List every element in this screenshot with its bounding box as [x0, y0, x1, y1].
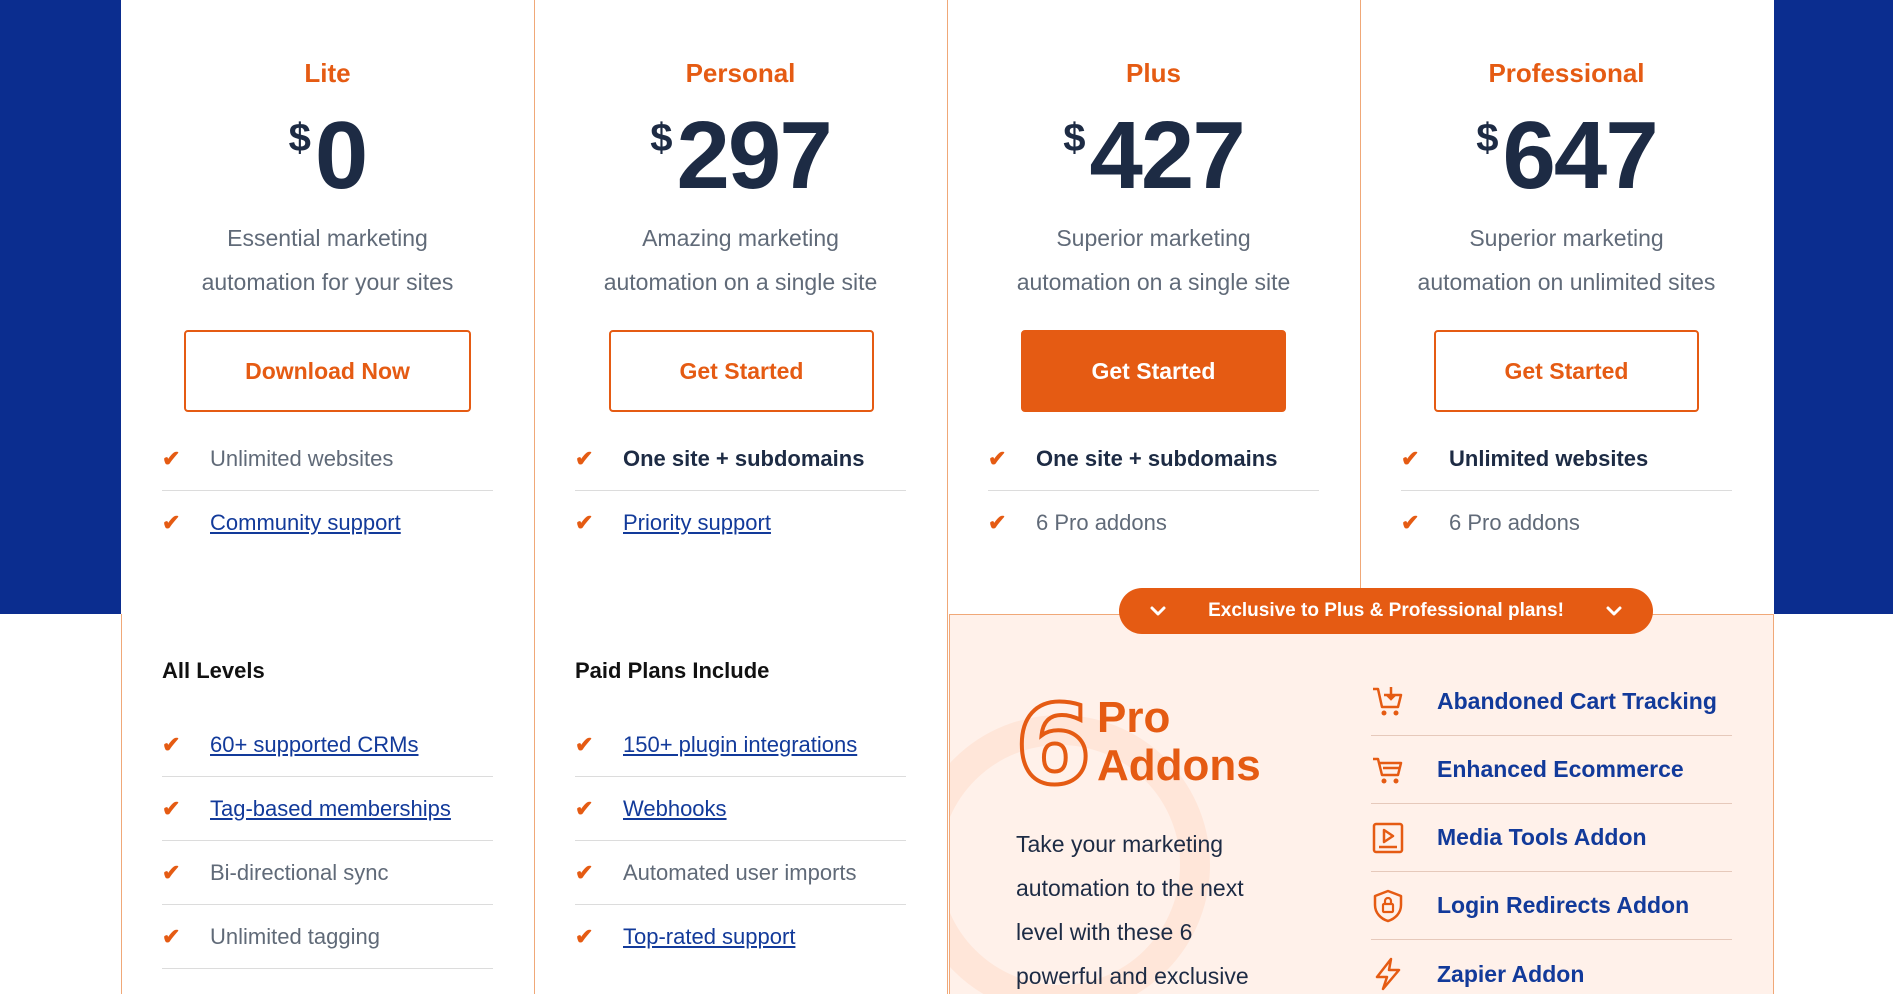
plan-card-lite: Lite $0 Essential marketing automation f… — [121, 0, 534, 994]
feature-item[interactable]: ✔ Community support — [162, 491, 493, 555]
check-icon: ✔ — [1401, 445, 1420, 471]
feature-item[interactable]: ✔ Tag-based memberships — [162, 777, 493, 841]
exclusive-banner[interactable]: Exclusive to Plus & Professional plans! — [1119, 588, 1653, 634]
plan-description: Amazing marketing automation on a single… — [603, 225, 878, 295]
get-started-button[interactable]: Get Started — [1021, 330, 1286, 412]
plan-name: Professional — [1488, 58, 1645, 88]
feature-item: ✔ 6 Pro addons — [1401, 510, 1580, 535]
addons-title: Pro Addons — [1097, 693, 1261, 790]
plan-price: $647 — [1476, 102, 1658, 209]
check-icon: ✔ — [575, 445, 594, 471]
feature-item: ✔ Unlimited websites — [1401, 427, 1732, 491]
addon-label: Media Tools Addon — [1437, 824, 1647, 850]
get-started-button[interactable]: Get Started — [609, 330, 874, 412]
feature-item: ✔ Automated user imports — [575, 841, 906, 905]
feature-item: ✔ One site + subdomains — [988, 427, 1319, 491]
addon-label: Login Redirects Addon — [1437, 892, 1690, 918]
feature-item: ✔ 6 Pro addons — [988, 510, 1167, 535]
check-icon: ✔ — [575, 859, 594, 885]
plan-description: Superior marketing automation on a singl… — [1016, 225, 1291, 295]
feature-item[interactable]: ✔ Webhooks — [575, 777, 906, 841]
shield-lock-icon — [1371, 886, 1437, 926]
check-icon: ✔ — [162, 510, 181, 535]
cart-download-icon — [1371, 682, 1437, 722]
chevron-down-icon — [1150, 606, 1166, 616]
addons-count: 6 — [1013, 681, 1094, 809]
feature-item[interactable]: ✔ Top-rated support — [575, 905, 906, 969]
addons-description: Take your marketing automation to the ne… — [1016, 831, 1249, 989]
feature-item: ✔ One site + subdomains — [575, 427, 906, 491]
section-title: Paid Plans Include — [575, 658, 770, 683]
lightning-icon — [1371, 954, 1437, 994]
check-icon: ✔ — [988, 510, 1007, 535]
feature-item[interactable]: ✔ 150+ plugin integrations — [575, 713, 906, 777]
media-play-icon — [1371, 818, 1437, 858]
check-icon: ✔ — [162, 859, 181, 885]
check-icon: ✔ — [162, 731, 181, 757]
plan-name: Lite — [304, 58, 351, 88]
check-icon: ✔ — [162, 795, 181, 821]
check-icon: ✔ — [575, 510, 594, 535]
get-started-button[interactable]: Get Started — [1434, 330, 1699, 412]
plan-name: Plus — [1126, 58, 1181, 88]
feature-item[interactable]: ✔ Priority support — [575, 491, 906, 555]
download-now-button[interactable]: Download Now — [184, 330, 471, 412]
plan-card-plus: Plus $427 Superior marketing automation … — [947, 0, 1360, 614]
feature-item: ✔ Unlimited websites — [162, 427, 493, 491]
addon-label: Enhanced Ecommerce — [1437, 756, 1684, 782]
check-icon: ✔ — [162, 923, 181, 949]
addon-item-enhanced-ecommerce[interactable]: Enhanced Ecommerce — [1371, 736, 1732, 804]
chevron-down-icon — [1606, 606, 1622, 616]
check-icon: ✔ — [988, 445, 1007, 471]
feature-item[interactable]: ✔ 60+ supported CRMs — [162, 713, 493, 777]
feature-item: ✔ Unlimited tagging — [162, 905, 493, 969]
addon-item-login-redirects[interactable]: Login Redirects Addon — [1371, 872, 1732, 940]
plan-price: $0 — [288, 102, 369, 209]
check-icon: ✔ — [162, 445, 181, 471]
addon-item-media-tools[interactable]: Media Tools Addon — [1371, 804, 1732, 872]
plan-card-personal: Personal $297 Amazing marketing automati… — [534, 0, 947, 994]
addon-item-zapier[interactable]: Zapier Addon — [1371, 940, 1732, 994]
plan-card-professional: Professional $647 Superior marketing aut… — [1360, 0, 1773, 614]
section-title: All Levels — [162, 658, 265, 683]
check-icon: ✔ — [575, 795, 594, 821]
plan-description: Superior marketing automation on unlimit… — [1417, 225, 1716, 295]
cart-icon — [1371, 750, 1437, 790]
addon-label: Zapier Addon — [1437, 960, 1585, 987]
plan-name: Personal — [685, 58, 796, 88]
plan-price: $427 — [1063, 102, 1245, 209]
addon-item-abandoned-cart[interactable]: Abandoned Cart Tracking — [1371, 668, 1732, 736]
plan-price: $297 — [650, 102, 832, 209]
check-icon: ✔ — [575, 924, 594, 949]
feature-item: ✔ Bi-directional sync — [162, 841, 493, 905]
exclusive-banner-text: Exclusive to Plus & Professional plans! — [1208, 600, 1564, 621]
plan-description: Essential marketing automation for your … — [201, 225, 454, 295]
check-icon: ✔ — [575, 731, 594, 757]
check-icon: ✔ — [1401, 510, 1420, 535]
addon-label: Abandoned Cart Tracking — [1437, 688, 1717, 714]
